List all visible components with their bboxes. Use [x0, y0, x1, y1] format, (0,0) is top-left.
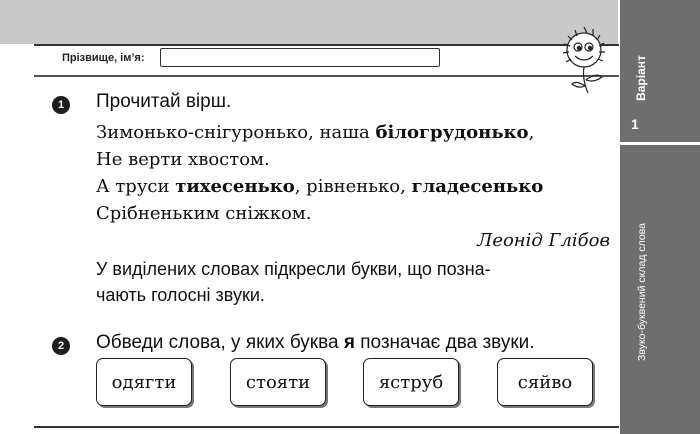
task1-title: Прочитай вірш. [96, 91, 232, 112]
word-card[interactable]: стояти [230, 358, 326, 406]
highlighted-word: тихесенько [175, 176, 295, 197]
sidebar-separator [620, 142, 700, 145]
topic-text: Звуко-буквений склад слова [636, 223, 648, 361]
name-row: Прізвище, ім’я: [34, 46, 574, 73]
letter-ya: я [343, 332, 355, 353]
highlighted-word: білогрудонько [375, 122, 529, 143]
word-card[interactable]: яструб [363, 358, 459, 406]
poem-line-1: Зимонько-снігуронько, наша білогрудонько… [96, 122, 535, 143]
name-label: Прізвище, ім’я: [62, 52, 145, 64]
variant-label-text: Варіант [634, 55, 648, 101]
variant-number: 1 [631, 116, 639, 132]
word-card[interactable]: одягти [96, 358, 192, 406]
header-divider [34, 75, 619, 77]
task1-badge: 1 [52, 96, 70, 114]
poem-line-2: Не верти хвостом. [96, 149, 270, 170]
task2-badge: 2 [52, 337, 70, 355]
instruction-line-1: У виділених словах підкресли букви, що п… [96, 259, 491, 279]
top-band [0, 0, 618, 44]
highlighted-word: гладесенько [411, 176, 544, 197]
variant-label: Варіант [626, 50, 656, 106]
task2-title: Обведи слова, у яких буква я позначає дв… [96, 332, 535, 353]
poem-line-3: А труси тихесенько, рівненько, гладесень… [96, 176, 544, 197]
poem: Зимонько-снігуронько, наша білогрудонько… [96, 119, 543, 227]
name-field[interactable] [160, 48, 440, 67]
instruction-line-2: чають голосні звуки. [96, 285, 265, 305]
bottom-border [34, 426, 619, 428]
topic-label: Звуко-буквений склад слова [628, 150, 656, 434]
sunflower-mascot-icon [562, 26, 605, 94]
word-card[interactable]: сяйво [497, 358, 593, 406]
task1-instruction: У виділених словах підкресли букви, що п… [96, 256, 616, 308]
poem-author: Леонід Глібов [477, 230, 610, 251]
word-cards: одягти стояти яструб сяйво [96, 358, 596, 410]
poem-line-4: Срібненьким сніжком. [96, 203, 312, 224]
